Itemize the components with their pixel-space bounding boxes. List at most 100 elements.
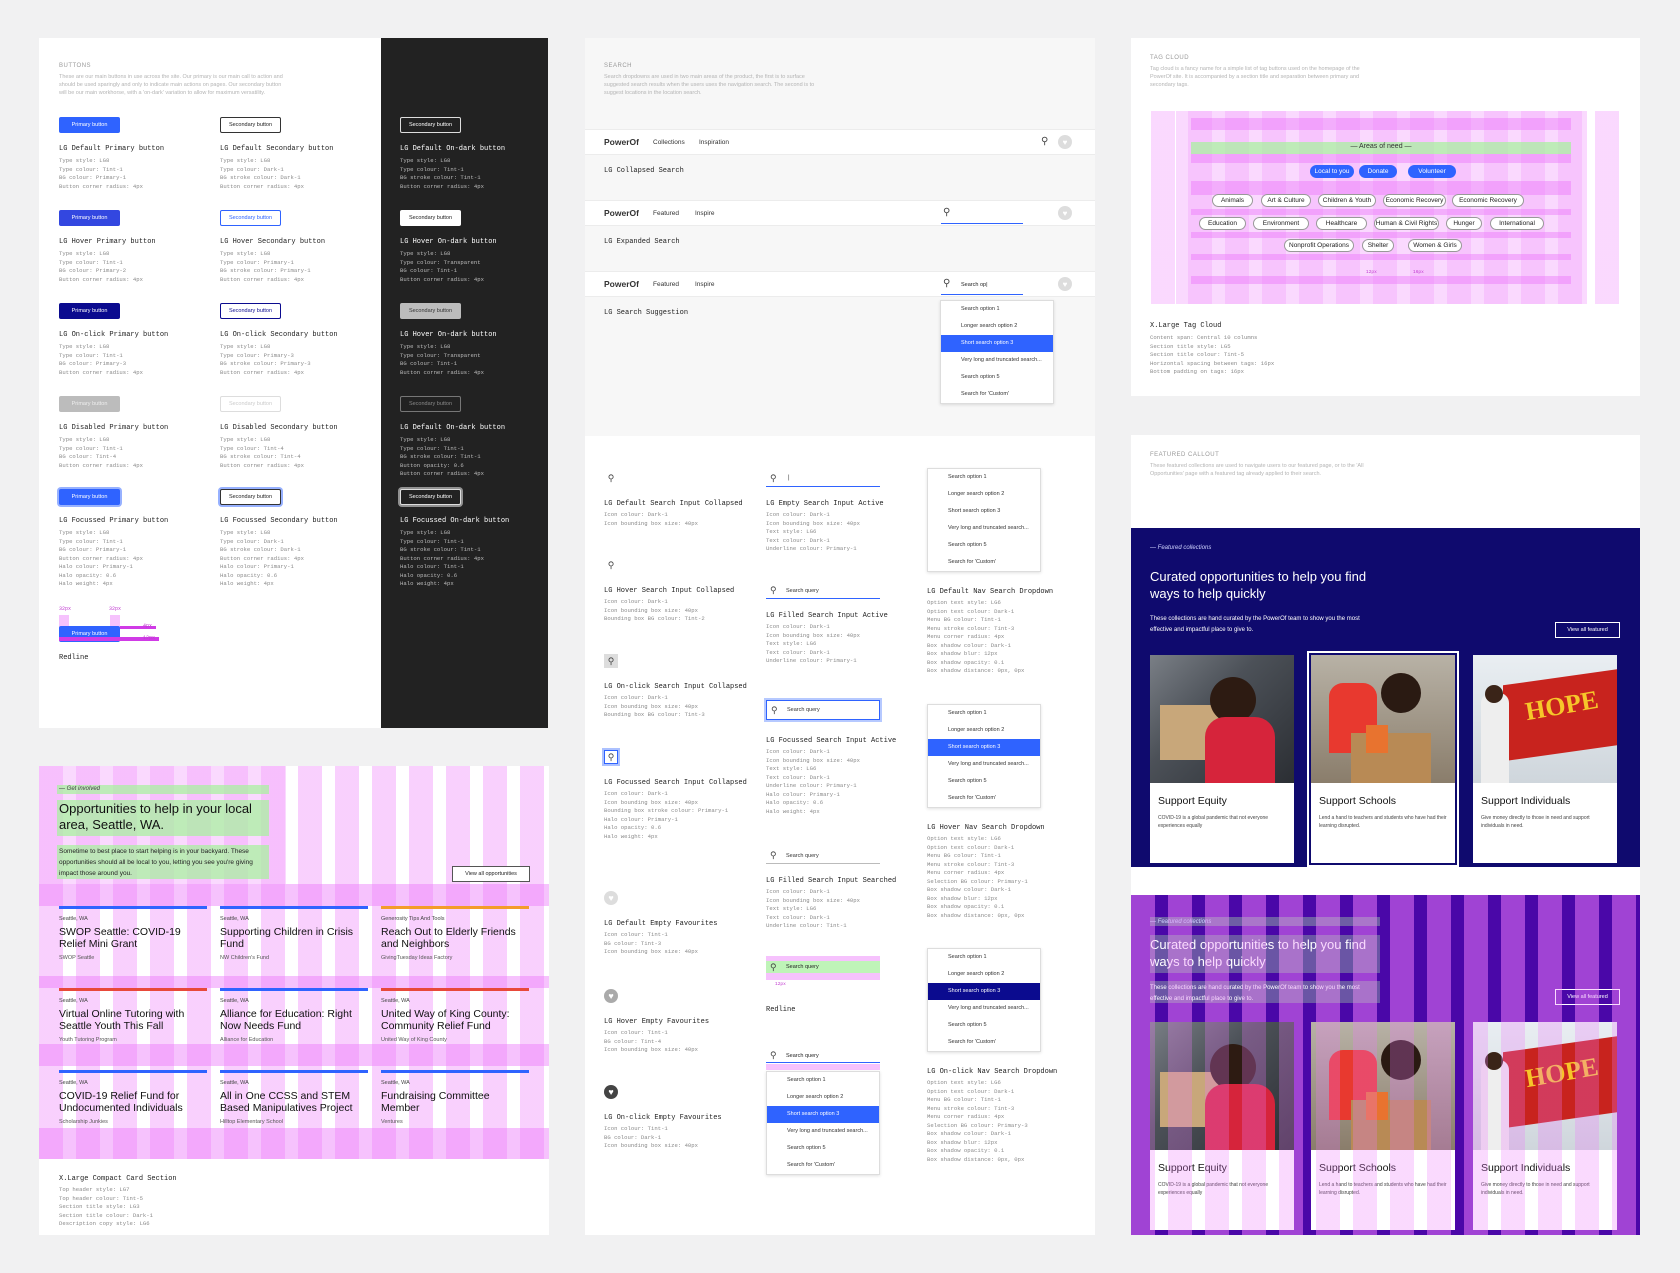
dropdown-option[interactable]: Longer search option 2	[928, 722, 1040, 739]
tag[interactable]: International	[1490, 217, 1544, 230]
nav-link-inspire[interactable]: Inspire	[695, 281, 715, 288]
opportunity-card[interactable]: Generosity Tips And Tools Reach Out to E…	[381, 906, 529, 961]
dropdown-option[interactable]: Short search option 3	[928, 739, 1040, 756]
opportunity-card[interactable]: Seattle, WA SWOP Seattle: COVID-19 Relie…	[59, 906, 207, 961]
dropdown-option[interactable]: Search option 1	[928, 469, 1040, 486]
secondary-button[interactable]: Secondary button	[220, 396, 281, 412]
view-all-featured-button[interactable]: View all featured	[1555, 622, 1620, 638]
on-dark-button[interactable]: Secondary button	[400, 303, 461, 319]
favourites-icon[interactable]: ♥	[604, 989, 618, 1003]
secondary-button[interactable]: Secondary button	[220, 117, 281, 133]
opportunity-card[interactable]: Seattle, WA All in One CCSS and STEM Bas…	[220, 1070, 368, 1125]
search-icon[interactable]: ⚲	[604, 558, 618, 572]
dropdown-option[interactable]: Search option 5	[767, 1140, 879, 1157]
search-icon[interactable]: ⚲	[1041, 136, 1048, 147]
logo[interactable]: PowerOf	[604, 208, 639, 218]
featured-card[interactable]: HOPE Support Individuals Give money dire…	[1473, 655, 1617, 863]
secondary-button[interactable]: Secondary button	[220, 210, 281, 226]
dropdown-option[interactable]: Short search option 3	[767, 1106, 879, 1123]
dropdown-option[interactable]: Search option 5	[928, 537, 1040, 554]
search-input-value[interactable]: Search op|	[961, 282, 988, 288]
tag[interactable]: Human & Civil Rights	[1374, 217, 1439, 230]
tag[interactable]: Animals	[1212, 194, 1253, 207]
featured-card[interactable]: Support Schools Lend a hand to teachers …	[1311, 1022, 1455, 1230]
search-input[interactable]	[941, 223, 1023, 224]
dropdown-option[interactable]: Search option 5	[928, 1017, 1040, 1034]
search-input[interactable]: ⚲ |	[766, 472, 880, 487]
view-all-featured-button[interactable]: View all featured	[1555, 989, 1620, 1005]
opportunity-card[interactable]: Seattle, WA COVID-19 Relief Fund for Und…	[59, 1070, 207, 1125]
tag[interactable]: Nonprofit Operations	[1284, 239, 1354, 252]
tag[interactable]: Environment	[1253, 217, 1309, 230]
favourites-icon[interactable]: ♥	[1058, 206, 1072, 220]
on-dark-button[interactable]: Secondary button	[400, 489, 461, 505]
nav-link-featured[interactable]: Featured	[653, 281, 679, 288]
search-input[interactable]: ⚲ Search query	[766, 1050, 880, 1063]
tag[interactable]: Women & Girls	[1408, 239, 1462, 252]
primary-tag[interactable]: Volunteer	[1408, 165, 1456, 178]
dropdown-option[interactable]: Search for 'Custom'	[928, 790, 1040, 807]
dropdown-option[interactable]: Longer search option 2	[928, 966, 1040, 983]
nav-link-featured[interactable]: Featured	[653, 210, 679, 217]
dropdown-option[interactable]: Search option 1	[767, 1072, 879, 1089]
primary-button[interactable]: Primary button	[59, 303, 120, 319]
dropdown-option[interactable]: Very long and truncated search...	[928, 756, 1040, 773]
dropdown-option[interactable]: Very long and truncated search...	[928, 1000, 1040, 1017]
view-all-opportunities-button[interactable]: View all opportunities	[452, 866, 530, 882]
opportunity-card[interactable]: Seattle, WA Fundraising Committee Member…	[381, 1070, 529, 1125]
dropdown-option[interactable]: Search option 1	[941, 301, 1053, 318]
dropdown-option[interactable]: Very long and truncated search...	[767, 1123, 879, 1140]
featured-card[interactable]: Support Schools Lend a hand to teachers …	[1307, 651, 1459, 867]
dropdown-option[interactable]: Search option 5	[928, 773, 1040, 790]
dropdown-option[interactable]: Longer search option 2	[767, 1089, 879, 1106]
favourites-icon[interactable]: ♥	[604, 891, 618, 905]
dropdown-option[interactable]: Search for 'Custom'	[941, 386, 1053, 403]
opportunity-card[interactable]: Seattle, WA Supporting Children in Crisi…	[220, 906, 368, 961]
logo[interactable]: PowerOf	[604, 279, 639, 289]
dropdown-option[interactable]: Longer search option 2	[928, 486, 1040, 503]
search-icon[interactable]: ⚲	[604, 654, 618, 668]
on-dark-button[interactable]: Secondary button	[400, 210, 461, 226]
dropdown-option[interactable]: Short search option 3	[941, 335, 1053, 352]
nav-link-inspiration[interactable]: Inspiration	[699, 139, 729, 146]
tag[interactable]: Shelter	[1362, 239, 1394, 252]
tag[interactable]: Children & Youth	[1318, 194, 1376, 207]
logo[interactable]: PowerOf	[604, 137, 639, 147]
secondary-button[interactable]: Secondary button	[220, 303, 281, 319]
dropdown-option[interactable]: Longer search option 2	[941, 318, 1053, 335]
dropdown-option[interactable]: Search for 'Custom'	[928, 554, 1040, 571]
primary-tag[interactable]: Donate	[1359, 165, 1397, 178]
tag[interactable]: Economic Recovery	[1383, 194, 1446, 207]
opportunity-card[interactable]: Seattle, WA Alliance for Education: Righ…	[220, 988, 368, 1043]
dropdown-option[interactable]: Short search option 3	[928, 503, 1040, 520]
on-dark-button[interactable]: Secondary button	[400, 396, 461, 412]
featured-card[interactable]: HOPE Support Individuals Give money dire…	[1473, 1022, 1617, 1230]
search-input[interactable]: ⚲ Search query	[766, 849, 880, 864]
primary-button[interactable]: Primary button	[59, 396, 120, 412]
tag[interactable]: Art & Culture	[1261, 194, 1311, 207]
nav-link-inspire[interactable]: Inspire	[695, 210, 715, 217]
dropdown-option[interactable]: Search option 1	[928, 949, 1040, 966]
dropdown-option[interactable]: Search option 5	[941, 369, 1053, 386]
dropdown-option[interactable]: Short search option 3	[928, 983, 1040, 1000]
nav-link-collections[interactable]: Collections	[653, 139, 685, 146]
favourites-icon[interactable]: ♥	[1058, 277, 1072, 291]
on-dark-button[interactable]: Secondary button	[400, 117, 461, 133]
tag[interactable]: Healthcare	[1316, 217, 1367, 230]
tag[interactable]: Economic Recovery	[1452, 194, 1524, 207]
favourites-icon[interactable]: ♥	[1058, 135, 1072, 149]
search-input[interactable]: ⚲ Search query	[766, 584, 880, 599]
opportunity-card[interactable]: Seattle, WA United Way of King County: C…	[381, 988, 529, 1043]
dropdown-option[interactable]: Search option 1	[928, 705, 1040, 722]
search-icon[interactable]: ⚲	[604, 471, 618, 485]
primary-tag[interactable]: Local to you	[1310, 165, 1354, 178]
search-input[interactable]: ⚲ Search query	[766, 700, 880, 720]
featured-card[interactable]: Support Equity COVID-19 is a global pand…	[1150, 655, 1294, 863]
dropdown-option[interactable]: Search for 'Custom'	[928, 1034, 1040, 1051]
favourites-icon[interactable]: ♥	[604, 1085, 618, 1099]
tag[interactable]: Hunger	[1446, 217, 1482, 230]
dropdown-option[interactable]: Very long and truncated search...	[941, 352, 1053, 369]
search-icon[interactable]: ⚲	[604, 750, 618, 764]
dropdown-option[interactable]: Search for 'Custom'	[767, 1157, 879, 1174]
primary-button[interactable]: Primary button	[59, 489, 120, 505]
